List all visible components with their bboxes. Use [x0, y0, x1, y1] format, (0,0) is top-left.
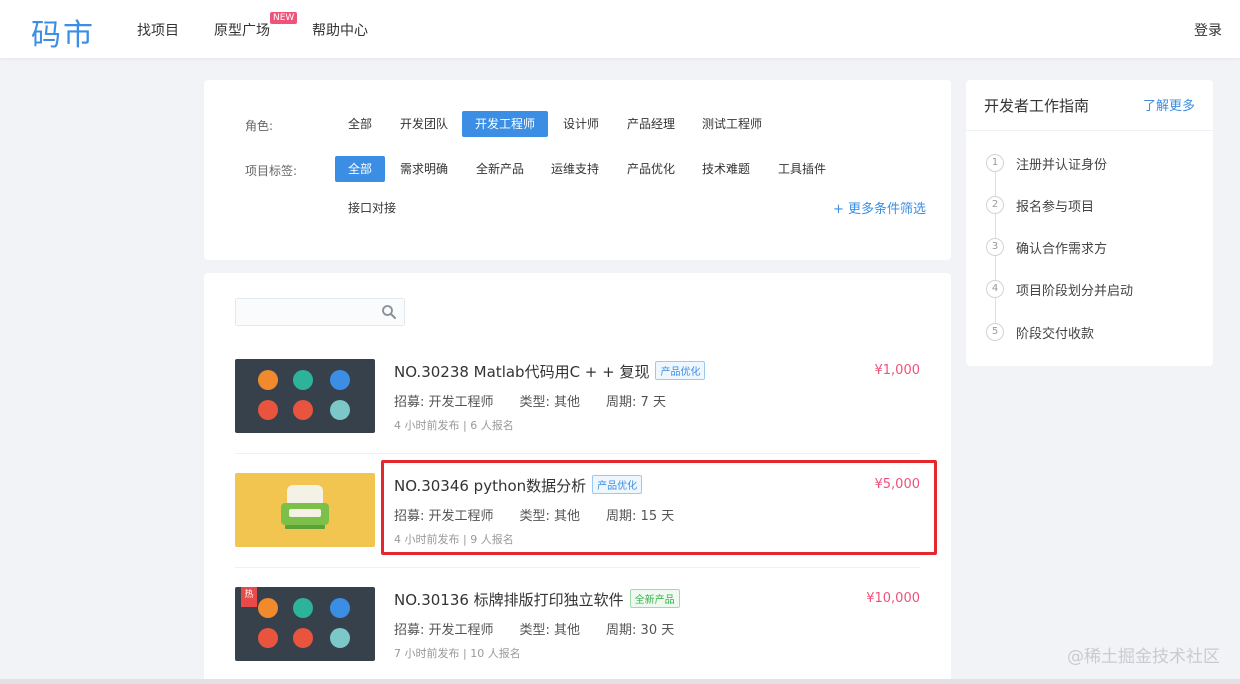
- tag-option-tool-plugin[interactable]: 工具插件: [765, 156, 839, 182]
- divider: [235, 567, 920, 568]
- android-icon: [293, 370, 313, 390]
- tag-option-all[interactable]: 全部: [335, 156, 386, 182]
- login-link[interactable]: 登录: [1194, 20, 1222, 40]
- web-icon: [258, 628, 278, 648]
- project-type: 类型: 其他: [519, 623, 581, 638]
- more-icon: [330, 628, 350, 648]
- project-thumbnail[interactable]: [235, 359, 375, 433]
- step-number: 4: [986, 280, 1004, 298]
- developer-guide-panel: 开发者工作指南 了解更多 1 注册并认证身份 2 报名参与项目 3 确认合作需求…: [966, 80, 1213, 366]
- project-price: ¥1,000: [874, 363, 921, 378]
- project-meta: 招募: 开发工程师 类型: 其他 周期: 30 天: [394, 619, 700, 638]
- project-period: 周期: 30 天: [606, 623, 675, 638]
- highlight-box: [381, 460, 937, 555]
- project-posted-info: 7 小时前发布 | 10 人报名: [394, 647, 521, 660]
- bug-icon: [258, 598, 278, 618]
- role-option-dev-team[interactable]: 开发团队: [387, 111, 461, 137]
- sofa-icon: [281, 485, 329, 529]
- step-label: 注册并认证身份: [1016, 158, 1108, 173]
- project-posted-info: 4 小时前发布 | 6 人报名: [394, 419, 514, 432]
- project-meta: 招募: 开发工程师 类型: 其他 周期: 7 天: [394, 391, 692, 410]
- step-number: 2: [986, 196, 1004, 214]
- step-number: 1: [986, 154, 1004, 172]
- tag-option-ops-support[interactable]: 运维支持: [538, 156, 612, 182]
- project-tag: 产品优化: [655, 361, 706, 380]
- hot-badge: 热: [241, 587, 257, 607]
- project-item[interactable]: NO.30238 Matlab代码用C + + 复现 产品优化 招募: 开发工程师…: [235, 359, 920, 449]
- search-icon[interactable]: [381, 304, 397, 320]
- android-icon: [293, 598, 313, 618]
- project-recruit: 招募: 开发工程师: [394, 623, 494, 638]
- new-badge: NEW: [270, 12, 298, 24]
- site-logo[interactable]: 码市: [31, 10, 95, 54]
- web-icon: [258, 400, 278, 420]
- project-thumbnail[interactable]: 热: [235, 587, 375, 661]
- step-number: 5: [986, 323, 1004, 341]
- tag-filter-label: 项目标签:: [245, 164, 298, 178]
- tag-option-tech-challenge[interactable]: 技术难题: [689, 156, 763, 182]
- tag-option-api-integration[interactable]: 接口对接: [335, 195, 409, 221]
- project-type: 类型: 其他: [519, 395, 581, 410]
- project-title[interactable]: NO.30238 Matlab代码用C + + 复现 产品优化: [394, 361, 706, 382]
- nav-find-projects[interactable]: 找项目: [137, 20, 179, 40]
- project-title[interactable]: NO.30136 标牌排版打印独立软件 全新产品: [394, 589, 680, 610]
- filter-panel: 角色: 全部 开发团队 开发工程师 设计师 产品经理 测试工程师 项目标签: 全…: [204, 80, 951, 260]
- nav-help-center[interactable]: 帮助中心: [312, 20, 368, 40]
- project-thumbnail[interactable]: [235, 473, 375, 547]
- link-icon: [293, 400, 313, 420]
- horizontal-scrollbar[interactable]: [0, 679, 1240, 684]
- step-label: 确认合作需求方: [1016, 242, 1108, 257]
- step-label: 报名参与项目: [1016, 200, 1095, 215]
- tag-option-clear-req[interactable]: 需求明确: [387, 156, 461, 182]
- top-header: 码市 找项目 原型广场 NEW 帮助中心 登录: [0, 0, 1240, 58]
- tag-option-optimization[interactable]: 产品优化: [614, 156, 688, 182]
- role-option-designer[interactable]: 设计师: [550, 111, 612, 137]
- step-number: 3: [986, 238, 1004, 256]
- role-option-product-manager[interactable]: 产品经理: [614, 111, 688, 137]
- more-filters-link[interactable]: + 更多条件筛选: [833, 198, 926, 217]
- learn-more-link[interactable]: 了解更多: [1143, 95, 1195, 114]
- watermark: @稀土掘金技术社区: [1067, 647, 1220, 667]
- divider: [235, 453, 920, 454]
- project-title-text[interactable]: NO.30238 Matlab代码用C + + 复现: [394, 363, 649, 381]
- more-icon: [330, 400, 350, 420]
- search-input[interactable]: [235, 298, 405, 326]
- project-price: ¥10,000: [866, 591, 920, 606]
- step-label: 项目阶段划分并启动: [1016, 284, 1134, 299]
- windows-icon: [330, 370, 350, 390]
- bug-icon: [258, 370, 278, 390]
- divider: [966, 130, 1213, 131]
- windows-icon: [330, 598, 350, 618]
- project-tag: 全新产品: [629, 589, 680, 608]
- nav-prototype-square[interactable]: 原型广场: [214, 20, 270, 40]
- tag-option-new-product[interactable]: 全新产品: [463, 156, 537, 182]
- role-option-tester[interactable]: 测试工程师: [689, 111, 775, 137]
- step-label: 阶段交付收款: [1016, 327, 1095, 342]
- project-recruit: 招募: 开发工程师: [394, 395, 494, 410]
- guide-title: 开发者工作指南: [984, 97, 1090, 115]
- role-filter-label: 角色:: [245, 119, 274, 133]
- role-option-developer[interactable]: 开发工程师: [462, 111, 549, 137]
- project-title-text[interactable]: NO.30136 标牌排版打印独立软件: [394, 591, 624, 609]
- link-icon: [293, 628, 313, 648]
- role-option-all[interactable]: 全部: [335, 111, 385, 137]
- project-item[interactable]: 热 NO.30136 标牌排版打印独立软件 全新产品 招募: 开发工程师 类型: 其…: [235, 587, 920, 677]
- project-period: 周期: 7 天: [606, 395, 666, 410]
